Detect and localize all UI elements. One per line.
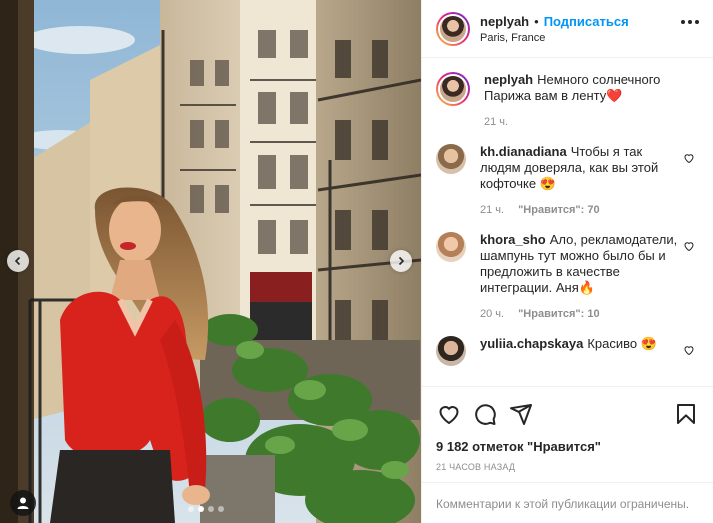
commenter-avatar[interactable] (436, 144, 466, 174)
comment-username[interactable]: yuliia.chapskaya (480, 336, 583, 351)
comment-username[interactable]: kh.dianadiana (480, 144, 567, 159)
carousel-next-button[interactable] (390, 250, 412, 272)
heart-icon (439, 406, 459, 425)
user-tag-icon (17, 497, 29, 509)
carousel-dot (218, 506, 224, 512)
more-options-button[interactable] (681, 20, 699, 24)
heart-icon[interactable] (683, 152, 695, 164)
comment-button[interactable] (472, 401, 498, 427)
photo-scene (0, 0, 421, 523)
comment-icon (475, 404, 496, 425)
comment-username[interactable]: khora_sho (480, 232, 546, 247)
carousel-indicator (188, 506, 224, 512)
post-actions: 9 182 отметок "Нравится" 21 часов назад (422, 386, 713, 472)
post-header: neplyah • Подписаться Paris, France (422, 0, 713, 58)
likes-count[interactable]: 9 182 отметок "Нравится" (436, 439, 699, 454)
post-caption: neplyah Немного солнечного Парижа вам в л… (436, 72, 699, 130)
tagged-users-button[interactable] (10, 490, 36, 516)
post-timestamp[interactable]: 21 часов назад (436, 462, 699, 472)
commenter-avatar[interactable] (436, 232, 466, 262)
carousel-dot-active (198, 506, 204, 512)
share-icon (510, 404, 532, 425)
commenter-avatar[interactable] (436, 336, 466, 366)
comment-item: yuliia.chapskaya Красиво 😍 (436, 336, 699, 366)
comment-likes[interactable]: "Нравится": 70 (518, 202, 599, 218)
carousel-dot (188, 506, 194, 512)
header-separator: • (534, 13, 539, 29)
heart-icon[interactable] (683, 240, 695, 252)
comment-item: kh.dianadiana Чтобы я так людям доверяла,… (436, 144, 699, 218)
share-button[interactable] (508, 401, 534, 427)
comment-text: Красиво 😍 (587, 336, 657, 351)
comment-likes[interactable]: "Нравится": 10 (518, 306, 599, 322)
like-button[interactable] (436, 401, 462, 427)
caption-time: 21 ч. (484, 116, 509, 128)
comment-time[interactable]: 21 ч. (480, 202, 504, 218)
author-username[interactable]: neplyah (480, 14, 529, 29)
bookmark-icon (677, 404, 695, 424)
chevron-right-icon (398, 256, 405, 266)
post-photo[interactable] (0, 0, 421, 523)
chevron-left-icon (14, 256, 21, 266)
comment-item: khora_sho Ало, рекламодатели, шампунь тут… (436, 232, 699, 322)
comments-list[interactable]: neplyah Немного солнечного Парижа вам в л… (422, 58, 713, 386)
carousel-prev-button[interactable] (7, 250, 29, 272)
comment-time[interactable]: 20 ч. (480, 306, 504, 322)
follow-button[interactable]: Подписаться (544, 14, 629, 29)
more-icon (681, 20, 685, 24)
caption-username[interactable]: neplyah (484, 72, 533, 87)
caption-avatar[interactable] (436, 72, 470, 106)
save-button[interactable] (673, 401, 699, 427)
heart-icon[interactable] (683, 344, 695, 356)
carousel-dot (208, 506, 214, 512)
post-side-panel: neplyah • Подписаться Paris, France nepl… (421, 0, 713, 523)
comments-restricted-notice: Комментарии к этой публикации ограничены… (422, 482, 713, 523)
post-location[interactable]: Paris, France (480, 32, 629, 44)
author-avatar[interactable] (436, 11, 470, 46)
